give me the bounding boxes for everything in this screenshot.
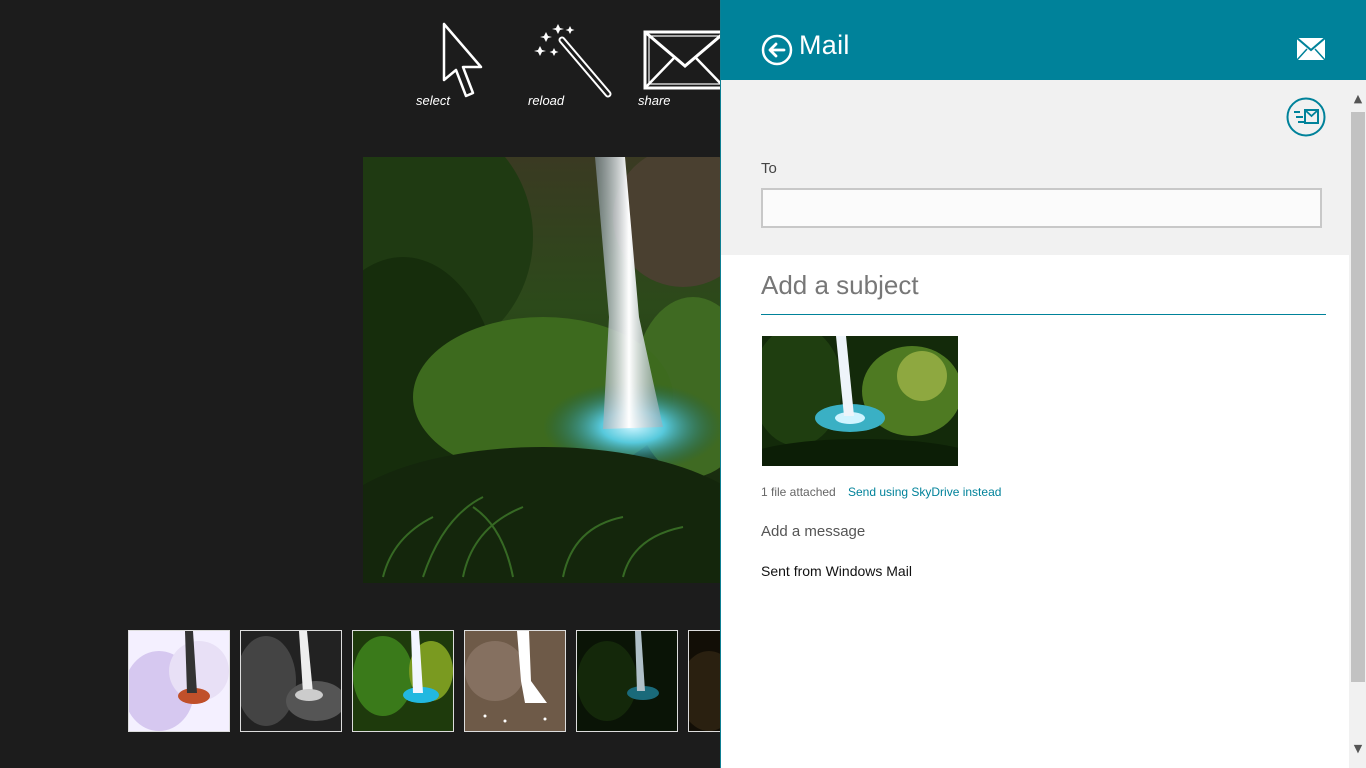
reload-tool-button[interactable]: reload	[526, 18, 616, 110]
scroll-down-icon[interactable]: ▼	[1349, 740, 1366, 758]
photo-app: select reload share	[0, 0, 720, 768]
thumbnail-partial[interactable]	[688, 630, 720, 732]
reload-label: reload	[528, 93, 565, 108]
mail-title: Mail	[799, 30, 850, 60]
share-tool-button[interactable]: share	[636, 18, 720, 110]
signature-text: Sent from Windows Mail	[761, 563, 912, 579]
scroll-up-icon[interactable]: ▲	[1349, 90, 1366, 108]
thumbnail-inverted[interactable]	[128, 630, 230, 732]
to-label: To	[761, 160, 777, 177]
send-button[interactable]	[1286, 97, 1326, 137]
recipient-section: To	[721, 80, 1349, 255]
scrollbar-thumb[interactable]	[1351, 112, 1365, 682]
mail-header: Mail	[721, 0, 1366, 80]
back-button[interactable]	[761, 34, 793, 66]
thumbnail-saturated[interactable]	[352, 630, 454, 732]
select-label: select	[416, 93, 450, 108]
back-arrow-icon	[761, 34, 793, 66]
waterfall-photo	[363, 157, 720, 583]
skydrive-link[interactable]: Send using SkyDrive instead	[848, 485, 1001, 499]
message-field[interactable]: Add a message	[761, 523, 865, 540]
thumbnail-grayscale[interactable]	[240, 630, 342, 732]
thumbnail-dark[interactable]	[576, 630, 678, 732]
mail-app-button[interactable]	[1296, 37, 1326, 61]
send-mail-icon	[1286, 97, 1326, 137]
thumbnail-sepia[interactable]	[464, 630, 566, 732]
filter-thumbnails	[128, 630, 720, 732]
attachment-count: 1 file attached	[761, 485, 836, 499]
select-tool-button[interactable]: select	[416, 18, 506, 110]
subject-field[interactable]: Add a subject	[761, 270, 1326, 315]
vertical-scrollbar[interactable]: ▲ ▼	[1349, 80, 1366, 768]
attachment-thumbnail[interactable]	[762, 336, 958, 466]
mail-icon	[1296, 37, 1326, 61]
mail-share-pane: Mail To Add a subject 1 file attached Se…	[720, 0, 1366, 768]
share-label: share	[638, 93, 671, 108]
to-field[interactable]	[761, 188, 1322, 228]
